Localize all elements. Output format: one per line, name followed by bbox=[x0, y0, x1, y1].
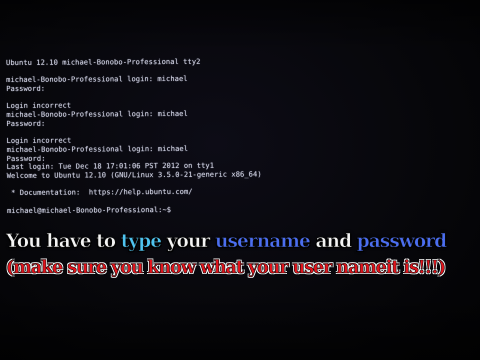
caption-text: You have to bbox=[6, 231, 121, 253]
caption-highlight-username: username bbox=[214, 231, 311, 253]
caption-line-1: You have to type your username and passw… bbox=[6, 231, 476, 253]
caption-text: and bbox=[309, 231, 357, 253]
caption-highlight-password: password bbox=[356, 231, 447, 253]
caption-highlight-type: type bbox=[120, 231, 162, 253]
caption-text: your bbox=[161, 231, 215, 253]
shell-prompt-line[interactable]: michael@michael-Bonobo-Professional:~$ bbox=[7, 204, 467, 215]
terminal-screen: Ubuntu 12.10 michael-Bonobo-Professional… bbox=[0, 0, 480, 360]
caption-line-2: (make sure you know what your user namei… bbox=[6, 258, 447, 279]
tty-console[interactable]: Ubuntu 12.10 michael-Bonobo-Professional… bbox=[6, 56, 467, 215]
